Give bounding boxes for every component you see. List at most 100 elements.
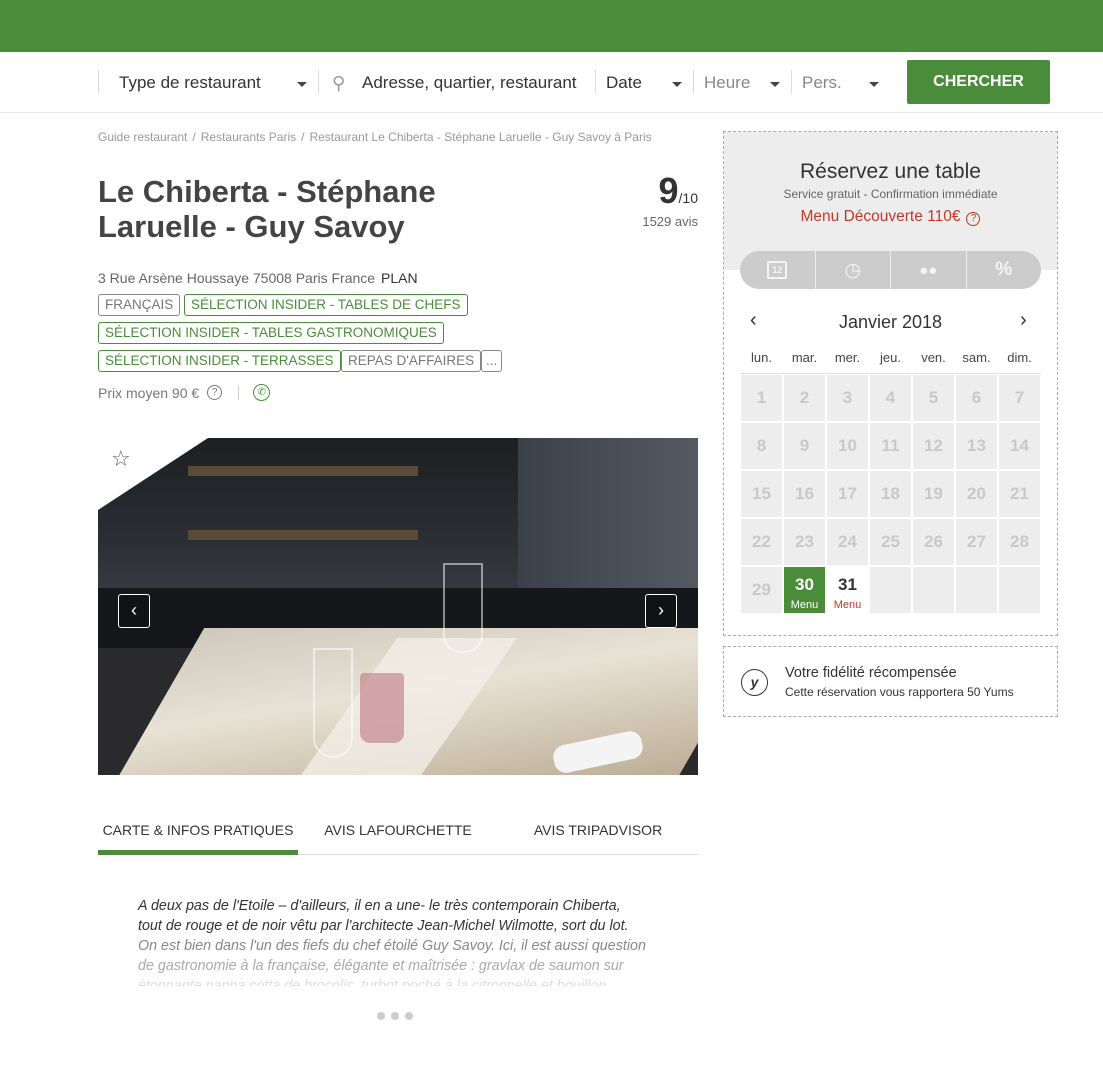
breadcrumb-item[interactable]: Guide restaurant (98, 130, 187, 144)
calendar-day: 29 (740, 566, 783, 614)
calendar-day: 21 (998, 470, 1041, 518)
calendar-day-number: 14 (1010, 436, 1029, 455)
tag-occasion[interactable]: REPAS D'AFFAIRES (341, 350, 482, 372)
chevron-down-icon (869, 82, 879, 87)
calendar-day-number: 13 (967, 436, 986, 455)
calendar-day: 15 (740, 470, 783, 518)
next-month-button[interactable]: › (1020, 309, 1027, 332)
photo-glass (360, 673, 404, 743)
separator (318, 70, 319, 94)
loyalty-title: Votre fidélité récompensée (785, 665, 957, 681)
restaurant-type-select[interactable]: Type de restaurant (119, 70, 261, 96)
calendar-day: 16 (783, 470, 826, 518)
calendar-day-number: 3 (842, 388, 853, 407)
calendar-empty-cell (912, 566, 955, 614)
tag-cuisine[interactable]: FRANÇAIS (98, 294, 181, 316)
calendar-day-number: 18 (881, 484, 900, 503)
phone-icon[interactable]: ✆ (253, 384, 271, 401)
weekday-label: ven. (921, 350, 946, 365)
next-photo-button[interactable]: › (645, 594, 677, 628)
address-search-input[interactable]: Adresse, quartier, restaurant (362, 70, 577, 96)
calendar-day: 20 (955, 470, 998, 518)
dot (391, 1012, 399, 1020)
average-price-text: Prix moyen 90 € (98, 384, 200, 401)
reservation-subtitle: Service gratuit - Confirmation immédiate (783, 187, 998, 201)
top-banner (0, 0, 1103, 52)
calendar-day-number: 24 (838, 532, 857, 551)
calendar-day: 5 (912, 374, 955, 422)
description-line: A deux pas de l'Etoile – d'ailleurs, il … (138, 898, 621, 914)
photo-shelf (188, 530, 418, 540)
calendar-day-number: 6 (971, 388, 982, 407)
chevron-down-icon (672, 82, 682, 87)
calendar-step-icon[interactable]: 12 (740, 251, 816, 289)
calendar-day: 4 (869, 374, 912, 422)
calendar-day[interactable]: 30 Menu (783, 566, 826, 614)
calendar-day: 26 (912, 518, 955, 566)
help-icon[interactable]: ? (207, 385, 223, 400)
calendar-day-number: 8 (756, 436, 767, 455)
date-select[interactable]: Date (606, 70, 642, 96)
calendar-day-number: 4 (885, 388, 896, 407)
hour-select[interactable]: Heure (704, 70, 750, 96)
description-line: de gastronomie à la française, élégante … (138, 958, 624, 974)
separator (98, 70, 99, 94)
weekday-label: dim. (1007, 350, 1032, 365)
discount-step-icon[interactable]: % (967, 251, 1042, 289)
calendar-day-number: 5 (928, 388, 939, 407)
breadcrumb-item[interactable]: Restaurant Le Chiberta - Stéphane Laruel… (309, 130, 651, 144)
calendar-day-number: 17 (838, 484, 857, 503)
calendar-day[interactable]: 31 Menu (826, 566, 869, 614)
calendar-day-number: 29 (752, 580, 771, 599)
tag-selection[interactable]: SÉLECTION INSIDER - TERRASSES (98, 350, 341, 372)
search-button[interactable]: CHERCHER (907, 60, 1050, 104)
more-tags-button[interactable]: ... (481, 350, 503, 372)
people-icon: ●● (919, 261, 938, 279)
average-price: Prix moyen 90 € ? ✆ (98, 384, 271, 401)
percent-icon: % (995, 259, 1013, 280)
calendar-day-number: 10 (838, 436, 857, 455)
menu-offer-label: Menu Découverte 110€ (800, 208, 961, 225)
calendar-day: 3 (826, 374, 869, 422)
tag-selection[interactable]: SÉLECTION INSIDER - TABLES GASTRONOMIQUE… (98, 322, 444, 344)
calendar-day-number: 20 (967, 484, 986, 503)
people-step-icon[interactable]: ●● (891, 251, 967, 289)
calendar-day: 19 (912, 470, 955, 518)
description: A deux pas de l'Etoile – d'ailleurs, il … (138, 896, 668, 986)
map-link[interactable]: PLAN (381, 270, 418, 286)
reservation-header (724, 132, 1057, 270)
photo-window (518, 438, 698, 598)
star-icon[interactable]: ☆ (111, 446, 131, 472)
help-icon[interactable]: ? (966, 212, 981, 226)
weekday-label: mar. (791, 350, 818, 365)
breadcrumb-item[interactable]: Restaurants Paris (201, 130, 296, 144)
calendar-day-number: 23 (795, 532, 814, 551)
persons-select[interactable]: Pers. (802, 70, 842, 96)
tab-reviews-tripadvisor[interactable]: AVIS TRIPADVISOR (498, 815, 698, 855)
calendar-day: 10 (826, 422, 869, 470)
description-line: tout de rouge et de noir vêtu par l'arch… (138, 918, 629, 934)
hour-label: Heure (704, 73, 751, 92)
calendar-day: 6 (955, 374, 998, 422)
previous-photo-button[interactable]: ‹ (118, 594, 150, 628)
calendar-day: 22 (740, 518, 783, 566)
calendar-day-number: 19 (924, 484, 943, 503)
expand-description-button[interactable] (377, 1012, 413, 1020)
clock-step-icon[interactable]: ◷ (816, 251, 891, 289)
address-text: 3 Rue Arsène Houssaye 75008 Paris France (98, 270, 376, 286)
breadcrumb: Guide restaurant / Restaurants Paris / Resta… (98, 130, 652, 144)
menu-offer[interactable]: Menu Découverte 110€? (724, 208, 1057, 226)
restaurant-photo (98, 438, 698, 775)
photo-glass (443, 563, 483, 653)
tab-menu-infos[interactable]: CARTE & INFOS PRATIQUES (98, 815, 298, 855)
calendar-day: 13 (955, 422, 998, 470)
weekday-label: jeu. (880, 350, 901, 365)
breadcrumb-separator: / (192, 130, 196, 144)
tag-selection[interactable]: SÉLECTION INSIDER - TABLES DE CHEFS (184, 294, 468, 316)
dot (377, 1012, 385, 1020)
loyalty-subtitle: Cette réservation vous rapportera 50 Yum… (785, 685, 1014, 699)
calendar-day-number: 7 (1014, 388, 1025, 407)
calendar-day: 14 (998, 422, 1041, 470)
tab-reviews-lafourchette[interactable]: AVIS LAFOURCHETTE (298, 815, 498, 855)
reviews-count[interactable]: 1529 avis (642, 214, 698, 229)
